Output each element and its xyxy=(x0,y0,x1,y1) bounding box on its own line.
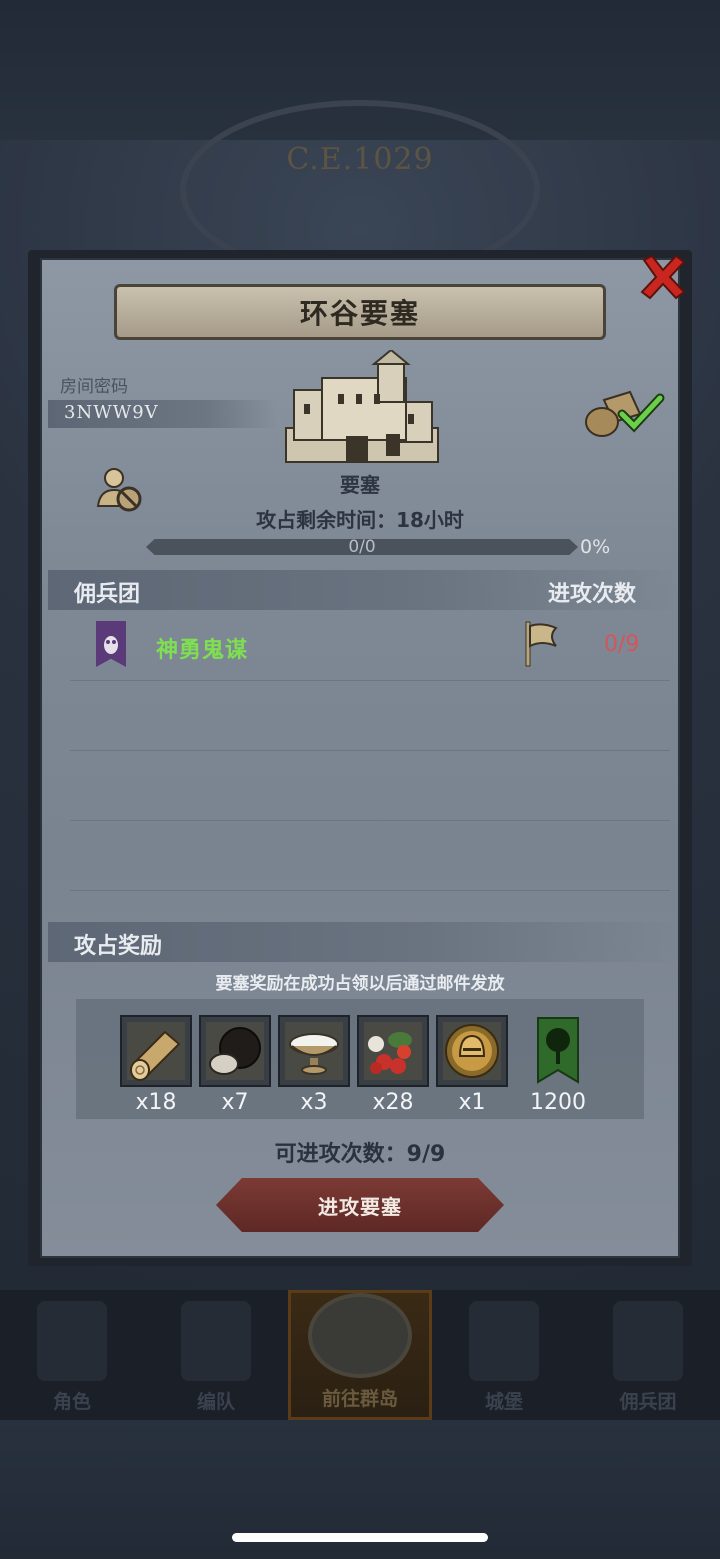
nav-label: 前往群岛 xyxy=(321,1388,398,1410)
user-blocked-icon[interactable] xyxy=(96,466,144,514)
reward-item[interactable] xyxy=(536,1016,580,1084)
reward-item[interactable] xyxy=(436,1015,508,1087)
close-icon xyxy=(640,254,686,300)
truffle-icon xyxy=(206,1022,264,1080)
close-button[interactable] xyxy=(636,250,690,304)
attack-count-header: 进攻次数 xyxy=(548,582,637,607)
nav-label: 编队 xyxy=(196,1391,235,1413)
fortress-castle-icon xyxy=(285,350,439,463)
reward-item[interactable] xyxy=(199,1015,271,1087)
row-divider xyxy=(70,820,670,821)
reward-count: x28 xyxy=(372,1090,414,1115)
reward-count: x18 xyxy=(135,1090,177,1115)
capture-progress-percent: 0% xyxy=(580,536,611,558)
guild-attack-count: 0/9 xyxy=(604,632,640,657)
reward-count: x1 xyxy=(458,1090,486,1115)
tree-banner-icon xyxy=(537,1017,579,1084)
reward-section-title: 攻占奖励 xyxy=(74,934,163,959)
attack-fortress-button[interactable]: 进攻要塞 xyxy=(216,1178,504,1232)
row-divider xyxy=(70,680,670,681)
helmet-icon xyxy=(181,1301,251,1381)
guild-section-title: 佣兵团 xyxy=(74,582,141,607)
knight-icon xyxy=(37,1301,107,1381)
supplies-checked-icon[interactable] xyxy=(584,390,666,438)
berries-icon xyxy=(364,1022,422,1080)
era-label: C.E.1029 xyxy=(286,142,434,177)
home-indicator[interactable] xyxy=(232,1533,488,1542)
flag-icon xyxy=(525,621,558,667)
nav-label: 角色 xyxy=(52,1391,91,1413)
row-divider xyxy=(70,890,670,891)
reward-item[interactable] xyxy=(120,1015,192,1087)
reward-note: 要塞奖励在成功占领以后通过邮件发放 xyxy=(215,974,505,994)
nav-item-character[interactable]: 角色 xyxy=(0,1290,144,1420)
capture-progress-text: 0/0 xyxy=(348,537,376,557)
castle-icon xyxy=(469,1301,539,1381)
nav-item-castle[interactable]: 城堡 xyxy=(432,1290,576,1420)
owl-icon xyxy=(104,636,118,654)
title-banner: 环谷要塞 xyxy=(114,284,606,340)
guild-banner-icon xyxy=(613,1301,683,1381)
fortress-type-label: 要塞 xyxy=(340,473,380,497)
knight-helmet-coin-icon xyxy=(443,1022,501,1080)
reward-count: x7 xyxy=(221,1090,249,1115)
nav-item-formation[interactable]: 编队 xyxy=(144,1290,288,1420)
reward-item[interactable] xyxy=(278,1015,350,1087)
nav-item-islands[interactable]: 前往群岛 xyxy=(288,1290,432,1420)
attack-button-label: 进攻要塞 xyxy=(318,1194,402,1219)
row-divider xyxy=(70,750,670,751)
salt-bowl-icon xyxy=(285,1022,343,1080)
room-password-label: 房间密码 xyxy=(60,377,128,397)
room-code[interactable]: 3NWW9V xyxy=(64,402,159,423)
remaining-time: 攻占剩余时间：18小时 xyxy=(256,508,464,532)
wood-log-icon xyxy=(127,1022,185,1081)
nav-label: 佣兵团 xyxy=(619,1391,677,1413)
reward-count: 1200 xyxy=(530,1090,586,1115)
nav-label: 城堡 xyxy=(484,1391,523,1413)
modal-title: 环谷要塞 xyxy=(299,297,420,330)
reward-count: x3 xyxy=(300,1090,328,1115)
reward-item[interactable] xyxy=(357,1015,429,1087)
guild-name[interactable]: 神勇鬼谋 xyxy=(156,632,248,664)
attacks-available: 可进攻次数：9/9 xyxy=(274,1142,446,1167)
nav-item-guild[interactable]: 佣兵团 xyxy=(576,1290,720,1420)
compass-map-icon xyxy=(308,1293,412,1378)
